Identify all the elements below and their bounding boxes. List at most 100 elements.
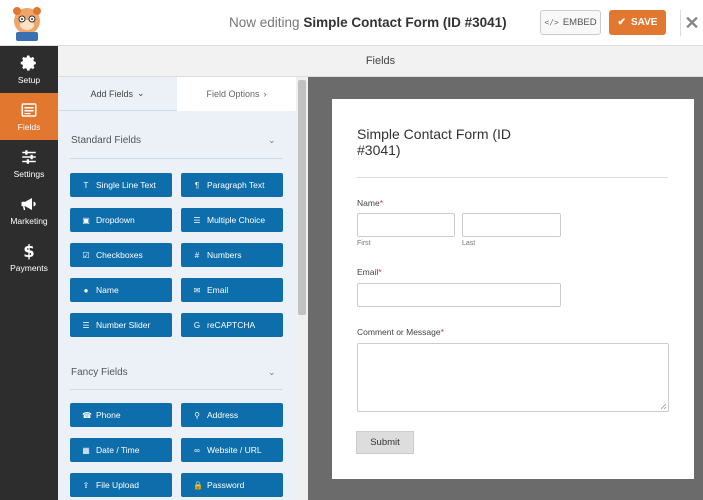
label-text: Name [357,198,380,208]
tab-add-fields[interactable]: Add Fields ⌄ [58,77,177,111]
field-button-label: Name [96,285,119,295]
fancy-fields-title[interactable]: Fancy Fields [71,367,128,378]
list-icon: ☰ [193,215,201,225]
last-name-input[interactable] [462,213,561,237]
resize-handle-icon[interactable] [660,403,667,410]
field-button-single-line-text[interactable]: T Single Line Text [70,173,172,197]
sidebar-item-setup[interactable]: Setup [0,46,58,93]
phone-icon: ☎ [82,410,92,420]
dropdown-icon: ▣ [82,215,90,225]
builder-sidebar: Setup Fields Settings Marketing $ Paymen… [0,46,58,500]
first-sublabel: First [357,240,371,247]
field-button-dropdown[interactable]: ▣ Dropdown [70,208,172,232]
panel-header-title: Fields [365,55,396,67]
field-button-file-upload[interactable]: ⇪ File Upload [70,473,172,497]
checkmark-icon: ✔ [617,17,626,28]
text-icon: T [83,180,89,190]
editing-title: Now editing Simple Contact Form (ID #304… [229,15,507,30]
close-icon[interactable]: ✕ [680,10,703,36]
message-textarea[interactable] [357,343,669,412]
name-field-label[interactable]: Name* [357,198,383,208]
link-icon: ∞ [194,445,200,455]
editing-prefix: Now editing [229,15,300,30]
scrollbar-thumb[interactable] [298,80,306,315]
hash-icon: # [194,250,200,260]
field-button-label: File Upload [96,480,139,490]
sidebar-item-label: Setup [17,75,41,85]
form-title: Simple Contact Form (ID #3041) [357,126,512,158]
embed-button[interactable]: </> EMBED [540,10,601,35]
panel-scrollbar[interactable] [296,77,308,500]
panel-header: Fields [58,46,703,77]
field-button-number-slider[interactable]: ☰ Number Slider [70,313,172,337]
field-button-multiple-choice[interactable]: ☰ Multiple Choice [181,208,283,232]
field-button-numbers[interactable]: # Numbers [181,243,283,267]
field-button-password[interactable]: 🔒 Password [181,473,283,497]
fields-panel: Add Fields ⌄ Field Options › Standard Fi… [58,77,308,500]
google-icon: G [193,320,201,330]
sidebar-item-settings[interactable]: Settings [0,140,58,187]
panel-tabs: Add Fields ⌄ Field Options › [58,77,296,111]
field-button-phone[interactable]: ☎ Phone [70,403,172,427]
save-button[interactable]: ✔ SAVE [609,10,666,35]
tab-label: Add Fields [90,88,133,99]
field-button-label: reCAPTCHA [207,320,256,330]
envelope-icon: ✉ [193,285,201,295]
user-icon: ● [83,285,89,295]
form-preview-area: Simple Contact Form (ID #3041) Name* Fir… [308,77,703,500]
chevron-down-icon[interactable]: ⌄ [268,135,276,146]
field-button-label: Multiple Choice [207,215,266,225]
email-input[interactable] [357,283,561,307]
sliders-icon [22,150,36,164]
required-mark: * [378,267,382,277]
field-button-paragraph-text[interactable]: ¶ Paragraph Text [181,173,283,197]
chevron-down-icon[interactable]: ⌄ [268,367,276,378]
wpforms-logo [4,3,50,43]
chevron-down-icon: ⌄ [136,88,145,98]
sidebar-item-label: Fields [17,122,41,132]
field-button-label: Checkboxes [96,250,143,260]
sidebar-item-label: Payments [10,263,48,273]
field-button-email[interactable]: ✉ Email [181,278,283,302]
tab-field-options[interactable]: Field Options › [177,77,296,111]
field-button-label: Phone [96,410,121,420]
map-marker-icon: ⚲ [194,410,200,420]
chevron-right-icon: › [263,89,267,99]
divider [70,389,283,390]
sidebar-item-marketing[interactable]: Marketing [0,187,58,234]
submit-button[interactable]: Submit [356,431,414,454]
field-button-label: Website / URL [207,445,262,455]
top-bar: Now editing Simple Contact Form (ID #304… [0,0,703,46]
field-button-name[interactable]: ● Name [70,278,172,302]
email-field-label[interactable]: Email* [357,267,382,277]
sidebar-item-label: Settings [13,169,45,179]
standard-fields-title[interactable]: Standard Fields [71,135,141,146]
field-button-address[interactable]: ⚲ Address [181,403,283,427]
field-button-label: Single Line Text [96,180,156,190]
field-button-checkboxes[interactable]: ☑ Checkboxes [70,243,172,267]
field-button-label: Email [207,285,229,295]
field-button-label: Paragraph Text [207,180,265,190]
calendar-icon: ▦ [82,445,90,455]
upload-icon: ⇪ [82,480,90,490]
fields-list-icon [21,103,37,117]
field-button-label: Numbers [207,250,242,260]
megaphone-icon [21,198,36,210]
editing-form-name: Simple Contact Form (ID #3041) [303,15,507,30]
field-button-recaptcha[interactable]: GreCAPTCHA [181,313,283,337]
dollar-icon: $ [23,242,34,260]
checkbox-icon: ☑ [82,250,90,260]
sidebar-item-fields[interactable]: Fields [0,93,58,140]
field-button-label: Address [207,410,239,420]
save-label: SAVE [630,17,658,28]
lock-icon: 🔒 [193,480,203,490]
field-button-label: Password [207,480,245,490]
sidebar-item-payments[interactable]: $ Payments [0,234,58,281]
paragraph-icon: ¶ [194,180,200,190]
message-field-label[interactable]: Comment or Message* [357,327,444,337]
field-button-date-time[interactable]: ▦ Date / Time [70,438,172,462]
field-button-website-url[interactable]: ∞ Website / URL [181,438,283,462]
first-name-input[interactable] [357,213,455,237]
form-preview-card: Simple Contact Form (ID #3041) Name* Fir… [332,99,694,479]
last-sublabel: Last [462,240,476,247]
